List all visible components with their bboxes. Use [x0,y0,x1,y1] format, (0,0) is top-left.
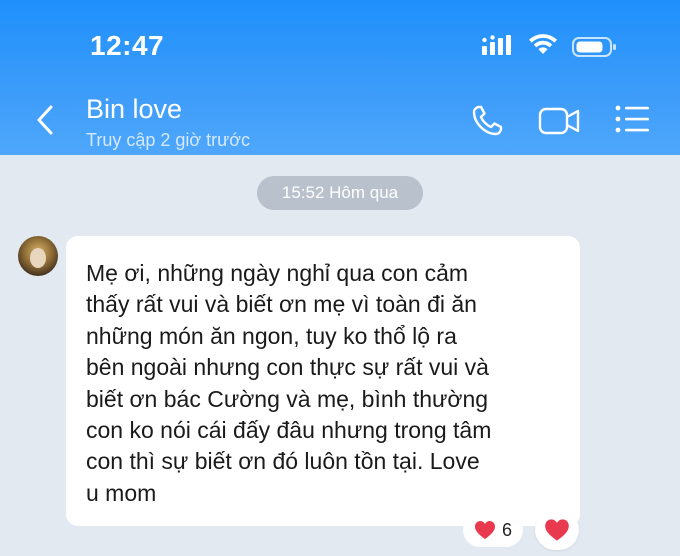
contact-avatar[interactable] [18,236,58,276]
react-button[interactable] [535,510,579,550]
message-text: Mẹ ơi, những ngày nghỉ qua con cảm thấy … [86,260,492,506]
chat-header: 12:47 Bin love Truy cập 2 giờ trước [0,0,680,155]
cellular-signal-icon [482,35,511,55]
phone-icon[interactable] [470,104,504,138]
heart-icon [474,521,495,539]
video-call-icon[interactable] [538,106,580,136]
reaction-count: 6 [501,519,512,540]
last-seen-status: Truy cập 2 giờ trước [86,130,251,150]
contact-name[interactable]: Bin love [86,94,182,125]
date-divider: 15:52 Hôm qua [257,176,423,210]
status-time: 12:47 [90,30,165,61]
menu-icon[interactable] [614,104,650,134]
reaction-summary[interactable]: 6 [463,513,523,547]
heart-icon [545,519,569,541]
message-bubble[interactable]: Mẹ ơi, những ngày nghỉ qua con cảm thấy … [66,236,580,526]
back-arrow-icon[interactable] [34,104,56,136]
battery-icon [572,37,616,57]
wifi-icon [529,34,557,54]
